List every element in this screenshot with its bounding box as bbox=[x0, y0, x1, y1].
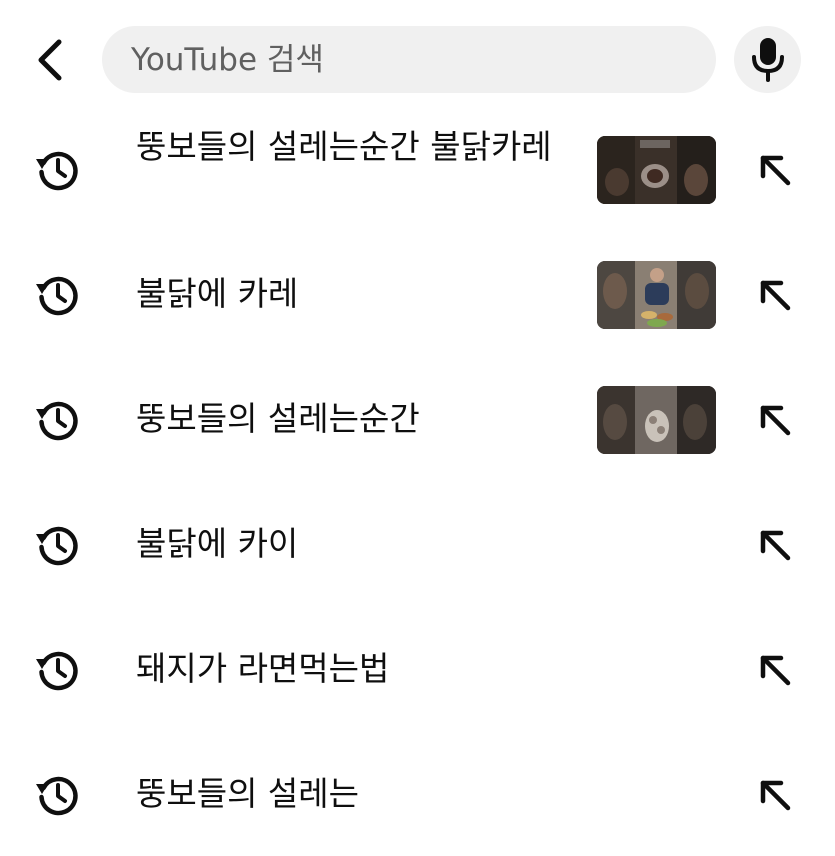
suggestion-text: 불닭에 카이 bbox=[136, 524, 299, 563]
history-icon bbox=[36, 651, 78, 691]
suggestion-text: 뚱보들의 설레는순간 불닭카레 bbox=[136, 127, 552, 166]
suggestion-thumbnail bbox=[597, 386, 716, 454]
suggestion-row[interactable]: 뚱보들의 설레는순간 불닭카레 bbox=[0, 106, 835, 231]
history-icon bbox=[36, 151, 78, 191]
history-icon bbox=[36, 276, 78, 316]
search-header bbox=[0, 0, 835, 120]
search-input[interactable] bbox=[129, 40, 716, 79]
suggestion-text: 돼지가 라면먹는법 bbox=[136, 649, 390, 688]
search-bar[interactable] bbox=[102, 26, 716, 93]
arrow-up-left-icon[interactable] bbox=[752, 397, 798, 443]
suggestion-thumbnail bbox=[597, 261, 716, 329]
history-icon bbox=[36, 401, 78, 441]
suggestion-row[interactable]: 불닭에 카레 bbox=[0, 231, 835, 356]
back-arrow-icon bbox=[38, 39, 62, 81]
arrow-up-left-icon[interactable] bbox=[752, 147, 798, 193]
suggestion-text: 뚱보들의 설레는순간 bbox=[136, 399, 420, 438]
suggestion-thumbnail bbox=[597, 136, 716, 204]
suggestion-text: 불닭에 카레 bbox=[136, 274, 299, 313]
arrow-up-left-icon[interactable] bbox=[752, 647, 798, 693]
microphone-icon bbox=[751, 37, 784, 82]
suggestion-row[interactable]: 뚱보들의 설레는순간 bbox=[0, 356, 835, 481]
arrow-up-left-icon[interactable] bbox=[752, 272, 798, 318]
voice-search-button[interactable] bbox=[734, 26, 801, 93]
suggestion-text: 뚱보들의 설레는 bbox=[136, 774, 360, 813]
arrow-up-left-icon[interactable] bbox=[752, 772, 798, 818]
suggestion-row[interactable]: 불닭에 카이 bbox=[0, 481, 835, 606]
back-button[interactable] bbox=[22, 30, 78, 90]
suggestion-row[interactable]: 뚱보들의 설레는 bbox=[0, 731, 835, 856]
history-icon bbox=[36, 526, 78, 566]
suggestion-row[interactable]: 돼지가 라면먹는법 bbox=[0, 606, 835, 731]
arrow-up-left-icon[interactable] bbox=[752, 522, 798, 568]
history-icon bbox=[36, 776, 78, 816]
